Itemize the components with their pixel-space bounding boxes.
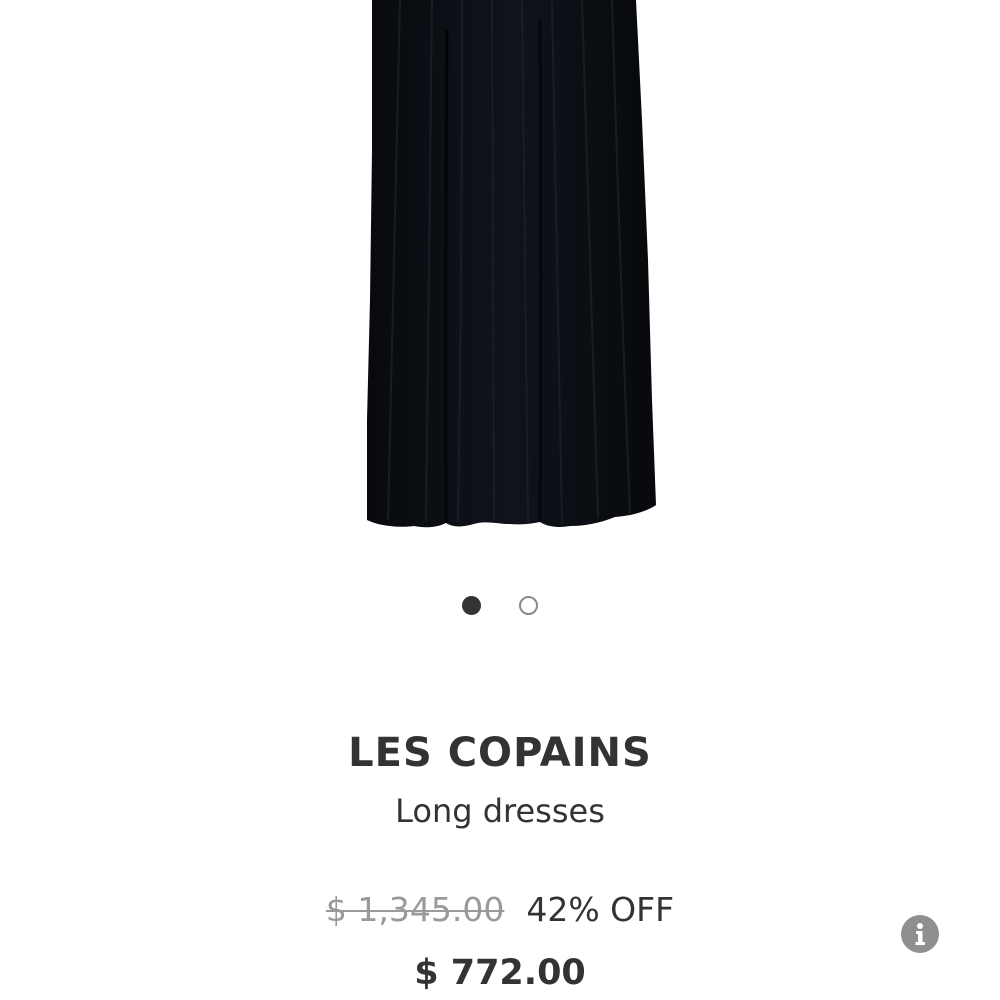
discount-badge: 42% OFF	[526, 890, 675, 929]
carousel-dot-1[interactable]	[460, 593, 484, 617]
dress-shape	[367, 0, 656, 528]
product-brand: LES COPAINS	[348, 730, 652, 776]
info-icon	[915, 923, 925, 945]
carousel-dot-active-indicator	[462, 595, 481, 615]
product-image[interactable]	[0, 0, 1000, 560]
price-row: $ 1,345.00 42% OFF	[0, 890, 1000, 929]
carousel-dot-inactive-indicator	[519, 595, 538, 615]
image-carousel-dots	[0, 593, 1000, 619]
final-price: $ 772.00	[414, 953, 586, 993]
carousel-dot-2[interactable]	[517, 593, 541, 617]
product-category: Long dresses	[395, 792, 605, 830]
info-button[interactable]	[901, 915, 939, 953]
product-page: LES COPAINS Long dresses $ 1,345.00 42% …	[0, 0, 1000, 1000]
original-price: $ 1,345.00	[325, 890, 505, 929]
